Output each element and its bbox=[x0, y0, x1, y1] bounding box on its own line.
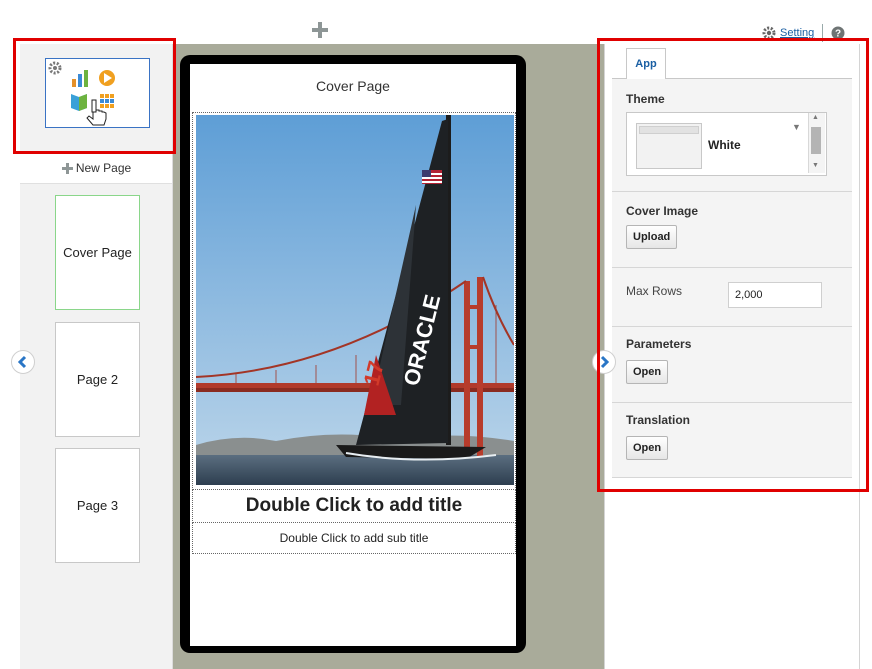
page-thumb-cover-page[interactable]: Cover Page bbox=[55, 195, 140, 310]
new-page-label: New Page bbox=[75, 161, 132, 175]
subtitle-placeholder-text: Double Click to add sub title bbox=[279, 531, 429, 545]
page-thumb-label: Page 3 bbox=[76, 498, 119, 513]
collapse-left-icon[interactable] bbox=[11, 350, 35, 374]
highlight-box-app-icon bbox=[13, 38, 176, 154]
cover-image: ORACLE 17 bbox=[196, 115, 514, 485]
page-thumb-page-2[interactable]: Page 2 bbox=[55, 322, 140, 437]
plus-icon bbox=[61, 162, 73, 174]
new-page-button[interactable]: New Page bbox=[20, 152, 172, 184]
page-thumb-page-3[interactable]: Page 3 bbox=[55, 448, 140, 563]
page-title: Cover Page bbox=[316, 78, 390, 94]
highlight-box-properties bbox=[597, 38, 869, 492]
page-thumb-label: Page 2 bbox=[76, 372, 119, 387]
page-thumb-label: Cover Page bbox=[63, 245, 132, 260]
title-placeholder-text: Double Click to add title bbox=[245, 495, 463, 516]
title-placeholder[interactable]: Double Click to add title bbox=[192, 489, 516, 523]
subtitle-placeholder[interactable]: Double Click to add sub title bbox=[192, 522, 516, 554]
plus-icon[interactable] bbox=[310, 20, 330, 40]
